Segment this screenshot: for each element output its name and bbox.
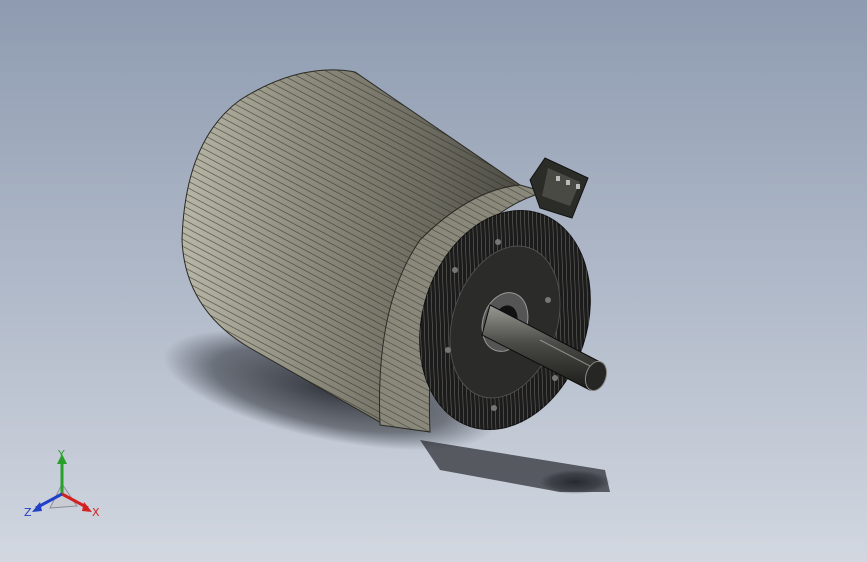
motor-model-view[interactable] (0, 0, 867, 562)
x-axis-label: X (92, 506, 100, 519)
orientation-triad: Y X Z (24, 448, 100, 519)
graphics-viewport[interactable]: Y X Z (0, 0, 867, 562)
z-axis-label: Z (24, 506, 32, 519)
y-axis-label: Y (57, 448, 65, 461)
x-axis-head (82, 502, 92, 512)
z-axis-head (32, 502, 42, 512)
terminal-box[interactable] (529, 157, 589, 219)
